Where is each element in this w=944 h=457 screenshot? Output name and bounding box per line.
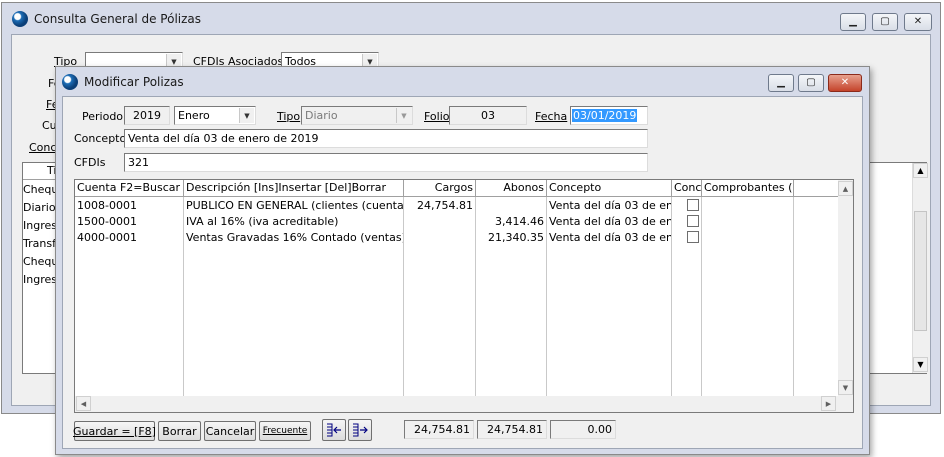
cell-cuenta[interactable]: 1008-0001 — [75, 198, 183, 214]
cell-abonos[interactable]: 21,340.35 — [476, 230, 546, 246]
cell-descripcion[interactable]: IVA al 16% (iva acreditable) — [184, 214, 403, 230]
scroll-right-icon[interactable]: ▶ — [821, 396, 836, 411]
maximize-button[interactable]: ▢ — [872, 13, 898, 31]
chevron-down-icon: ▼ — [239, 108, 254, 123]
append-row-icon — [353, 423, 368, 437]
guardar-button[interactable]: Guardar = [F8] — [73, 421, 156, 441]
cell-abonos[interactable]: 3,414.46 — [476, 214, 546, 230]
conci-checkbox[interactable] — [687, 199, 699, 211]
col-header-descripcion[interactable]: Descripción [Ins]Insertar [Del]Borrar — [184, 180, 404, 197]
concepto-label-text: Concepto — [74, 132, 127, 145]
scroll-down-icon[interactable]: ▼ — [913, 357, 928, 372]
col-header-concepto[interactable]: Concepto — [547, 180, 672, 197]
cell-descripcion[interactable]: Ventas Gravadas 16% Contado (ventas) — [184, 230, 403, 246]
cell-concepto[interactable]: Venta del día 03 de enero — [547, 214, 671, 230]
borrar-button[interactable]: Borrar — [158, 421, 201, 441]
list-vertical-scrollbar[interactable]: ▲ ▼ — [912, 163, 928, 373]
scroll-corner — [838, 396, 853, 412]
consulta-window-title: Consulta General de Pólizas — [34, 12, 202, 26]
cell-descripcion[interactable]: PUBLICO EN GENERAL (clientes (cuentas po… — [184, 198, 403, 214]
total-abonos-field: 24,754.81 — [477, 420, 547, 439]
col-divider — [671, 197, 672, 397]
dialog-minimize-button[interactable]: ▁ — [768, 74, 794, 92]
chevron-down-icon: ▼ — [396, 108, 411, 123]
folio-field[interactable]: 03 — [449, 106, 527, 125]
concepto-label: Conc — [29, 141, 57, 154]
tipo-label-text: Tipo — [277, 110, 301, 123]
close-icon: ✕ — [913, 16, 923, 27]
scroll-thumb[interactable] — [914, 211, 927, 331]
tipo-select[interactable]: Diario ▼ — [301, 106, 413, 125]
cell-concepto[interactable]: Venta del día 03 de enero — [547, 230, 671, 246]
scroll-up-icon[interactable]: ▲ — [913, 163, 928, 178]
cfdis-label: CFDIs — [74, 156, 106, 169]
app-logo-icon — [12, 11, 28, 27]
dialog-client-area: Periodo 2019 Enero ▼ Tipo Diario ▼ Folio… — [62, 96, 863, 449]
insert-row-button[interactable] — [322, 419, 346, 441]
cfdis-field[interactable]: 321 — [124, 153, 648, 172]
close-button[interactable]: ✕ — [904, 13, 932, 31]
col-header-filler — [794, 180, 839, 197]
maximize-icon: ▢ — [880, 16, 890, 27]
periodo-label: Periodo — [82, 110, 124, 123]
periodo-month-select[interactable]: Enero ▼ — [174, 106, 256, 125]
col-header-abonos[interactable]: Abonos — [476, 180, 547, 197]
cell-cargos[interactable] — [404, 214, 475, 230]
folio-label: Folio — [424, 110, 450, 123]
maximize-icon: ▢ — [806, 77, 816, 88]
col-header-conci[interactable]: Conci — [672, 180, 702, 197]
conci-checkbox[interactable] — [687, 231, 699, 243]
cell-concepto[interactable]: Venta del día 03 de enero — [547, 198, 671, 214]
total-cargos-field: 24,754.81 — [404, 420, 474, 439]
tipo-label: Tipo — [277, 110, 300, 123]
close-icon: ✕ — [840, 77, 850, 88]
dialog-title: Modificar Polizas — [84, 75, 184, 89]
conci-checkbox[interactable] — [687, 215, 699, 227]
cell-cuenta[interactable]: 1500-0001 — [75, 214, 183, 230]
cancelar-button[interactable]: Cancelar — [204, 421, 256, 441]
frecuente-button[interactable]: Frecuente — [259, 421, 311, 441]
grid-vertical-scrollbar[interactable]: ▲ ▼ — [838, 180, 853, 396]
dialog-close-button[interactable]: ✕ — [828, 74, 862, 92]
modificar-polizas-dialog: Modificar Polizas ▁ ▢ ✕ Periodo 2019 Ene… — [55, 66, 870, 455]
periodo-year-field[interactable]: 2019 — [124, 106, 170, 125]
concepto-field[interactable]: Venta del día 03 de enero de 2019 — [124, 129, 648, 148]
minimize-button[interactable]: ▁ — [840, 13, 866, 31]
col-header-cuenta[interactable]: Cuenta F2=Buscar — [75, 180, 184, 197]
grid-horizontal-scrollbar[interactable]: ◀ ▶ — [75, 396, 838, 412]
append-row-button[interactable] — [348, 419, 372, 441]
col-divider — [793, 197, 794, 397]
insert-row-icon — [327, 423, 341, 437]
minimize-icon: ▁ — [849, 16, 857, 27]
scroll-up-icon[interactable]: ▲ — [838, 181, 853, 196]
col-header-cargos[interactable]: Cargos — [404, 180, 476, 197]
fecha-label: Fecha — [535, 110, 568, 123]
scroll-down-icon[interactable]: ▼ — [838, 380, 853, 395]
cell-abonos[interactable] — [476, 198, 546, 214]
cell-cuenta[interactable]: 4000-0001 — [75, 230, 183, 246]
diferencia-field: 0.00 — [550, 420, 616, 439]
col-header-comprobantes[interactable]: Comprobantes (F2 — [702, 180, 794, 197]
consulta-titlebar[interactable]: Consulta General de Pólizas ▁ ▢ ✕ — [2, 3, 940, 33]
minimize-icon: ▁ — [777, 77, 785, 88]
fecha-field[interactable]: 03/01/2019 — [570, 106, 648, 125]
dialog-maximize-button[interactable]: ▢ — [798, 74, 824, 92]
cell-cargos[interactable]: 24,754.81 — [404, 198, 475, 214]
fecha-selected-text: 03/01/2019 — [572, 109, 638, 122]
app-logo-icon — [62, 74, 78, 90]
concepto-label: Concepto — [74, 132, 126, 145]
cell-cargos[interactable] — [404, 230, 475, 246]
movements-grid[interactable]: Cuenta F2=Buscar Descripción [Ins]Insert… — [74, 179, 854, 413]
scroll-left-icon[interactable]: ◀ — [76, 396, 91, 411]
col-divider — [701, 197, 702, 397]
dialog-titlebar[interactable]: Modificar Polizas ▁ ▢ ✕ — [56, 67, 869, 95]
